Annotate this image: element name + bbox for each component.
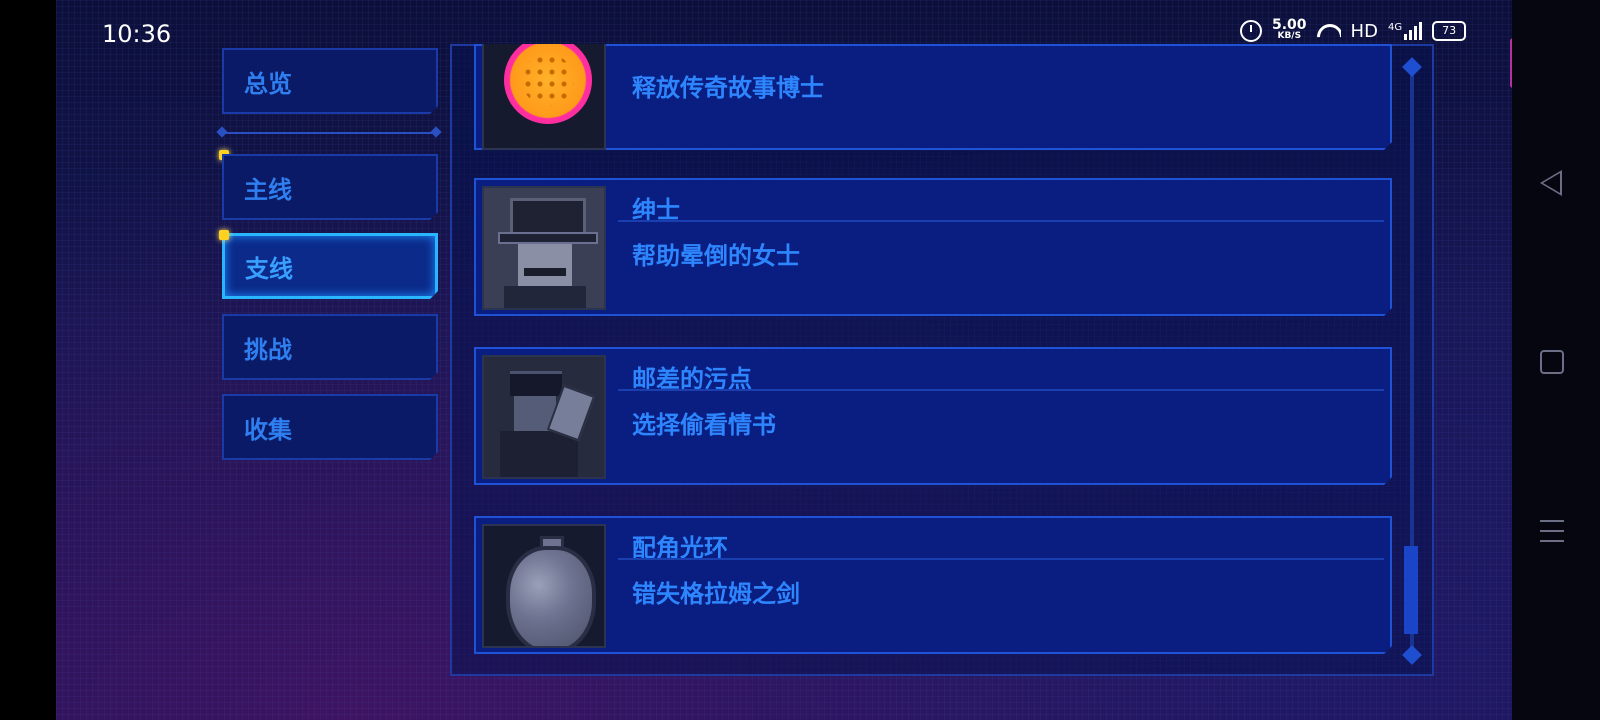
status-icons: 5.00 KB/S HD 4G 73 [1240,18,1467,42]
achievement-card[interactable]: 绅士 帮助晕倒的女士 [474,178,1392,316]
tab-side-quest[interactable]: 支线 [222,233,438,299]
achievement-description: 错失格拉姆之剑 [632,580,800,608]
achievement-description: 释放传奇故事博士 [632,74,824,102]
screen-bezel-left [0,0,56,720]
alarm-icon [1240,20,1262,42]
achievement-card[interactable]: 邮差的污点 选择偷看情书 [474,347,1392,485]
card-divider [618,389,1384,391]
network-type: 4G [1387,22,1403,33]
menu-icon[interactable] [1540,520,1564,544]
scrollbar-thumb[interactable] [1404,546,1418,634]
achievement-description: 帮助晕倒的女士 [632,242,800,270]
hd-indicator: HD [1350,20,1378,42]
achievement-card[interactable]: 释放传奇故事博士 [474,44,1392,150]
status-time: 10:36 [102,20,172,48]
tab-collection[interactable]: 收集 [222,394,438,460]
achievement-card[interactable]: 配角光环 错失格拉姆之剑 [474,516,1392,654]
tab-overview[interactable]: 总览 [222,48,438,114]
signal-icon: 4G [1387,22,1423,40]
gentleman-icon [482,186,606,310]
back-icon[interactable] [1540,170,1562,196]
card-divider [618,558,1384,560]
tab-challenge[interactable]: 挑战 [222,314,438,380]
sidebar-divider [220,132,438,134]
net-speed: 5.00 KB/S [1272,18,1307,42]
battery-icon: 73 [1432,21,1467,41]
halo-egg-icon [482,524,606,648]
tab-main-quest[interactable]: 主线 [222,154,438,220]
postman-icon [482,355,606,479]
wifi-icon [1317,22,1341,40]
achievement-description: 选择偷看情书 [632,411,776,439]
home-icon[interactable] [1540,350,1564,374]
new-indicator-dot [219,230,229,240]
card-divider [618,220,1384,222]
golden-orb-icon [482,26,606,150]
